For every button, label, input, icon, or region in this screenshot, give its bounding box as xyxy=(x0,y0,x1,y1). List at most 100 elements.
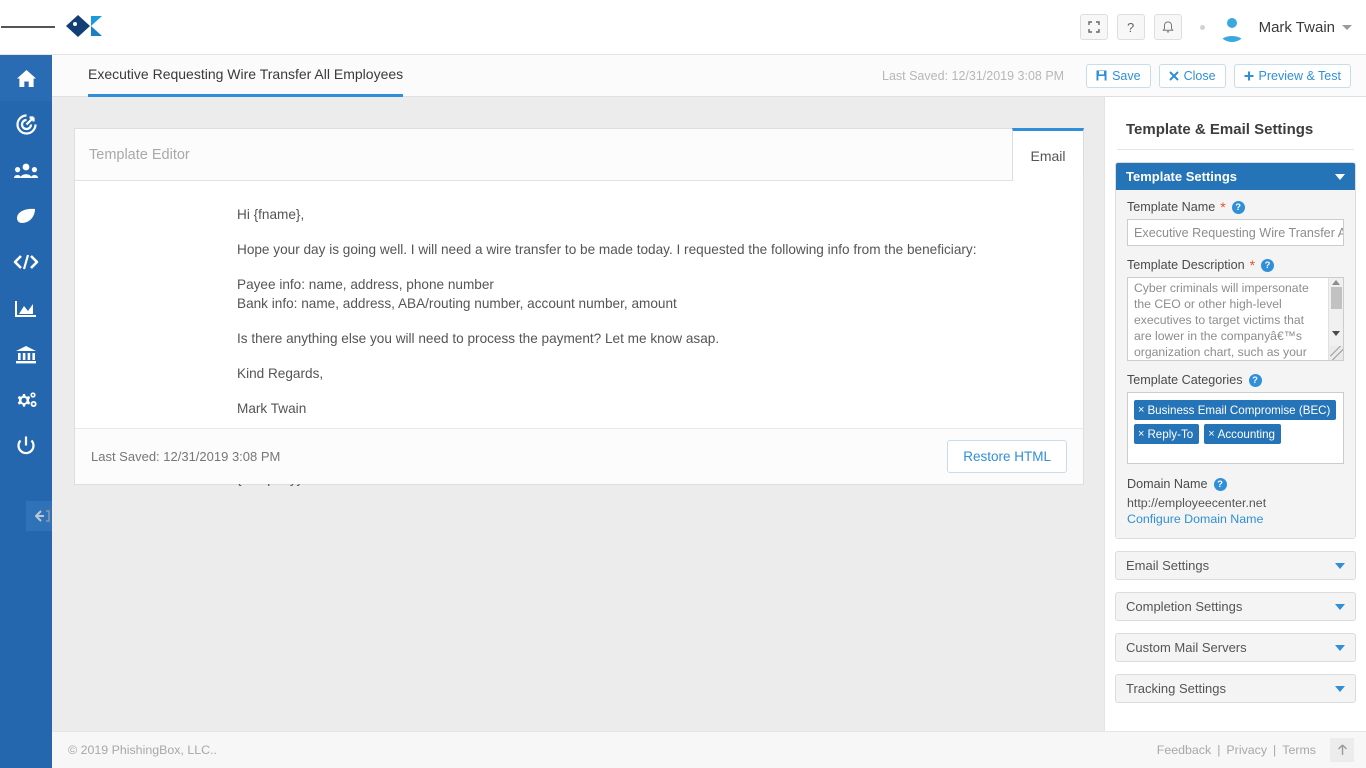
remove-tag-icon[interactable]: × xyxy=(1138,428,1144,440)
chevron-down-icon xyxy=(1335,174,1345,180)
sidebar-item-settings[interactable] xyxy=(0,377,52,423)
phishingbox-fish-logo[interactable] xyxy=(64,13,104,41)
remove-tag-icon[interactable]: × xyxy=(1208,428,1214,440)
template-description-wrapper: Cyber criminals will impersonate the CEO… xyxy=(1127,277,1344,361)
save-button[interactable]: Save xyxy=(1086,64,1151,88)
email-question: Is there anything else you will need to … xyxy=(237,331,1083,348)
template-description-textarea[interactable]: Cyber criminals will impersonate the CEO… xyxy=(1127,277,1344,361)
accordion-tracking-settings: Tracking Settings xyxy=(1115,674,1356,703)
bell-icon[interactable] xyxy=(1154,14,1182,40)
accordion-email-settings: Email Settings xyxy=(1115,551,1356,580)
accordion-header-template-settings[interactable]: Template Settings xyxy=(1116,163,1355,190)
page-title-tab[interactable]: Executive Requesting Wire Transfer All E… xyxy=(88,55,403,97)
email-info-lines: Payee info: name, address, phone number … xyxy=(237,277,1083,313)
preview-test-label: Preview & Test xyxy=(1259,69,1341,83)
template-name-input[interactable]: Executive Requesting Wire Transfer All E… xyxy=(1127,219,1344,246)
sidebar-item-campaigns[interactable] xyxy=(0,101,52,147)
email-signoff: Kind Regards, xyxy=(237,366,1083,383)
close-button[interactable]: Close xyxy=(1159,64,1226,88)
plus-icon xyxy=(1244,71,1254,81)
x-glyph xyxy=(1169,71,1179,81)
chevron-down-icon xyxy=(1335,686,1345,692)
plus-glyph xyxy=(1244,71,1254,81)
sidebar-item-dashboard[interactable] xyxy=(0,55,52,101)
main-content: Template Editor Email Hi {fname}, Hope y… xyxy=(52,97,1104,731)
sidebar-item-organization[interactable] xyxy=(0,331,52,377)
gears-icon xyxy=(14,390,38,411)
resize-grip-icon[interactable] xyxy=(1329,346,1343,360)
floppy-glyph xyxy=(1096,70,1107,81)
code-icon xyxy=(13,254,39,270)
template-name-label: Template Name * ? xyxy=(1127,200,1344,214)
chevron-down-icon xyxy=(1335,563,1345,569)
divider: | xyxy=(1273,743,1276,757)
sidebar-item-targets[interactable] xyxy=(0,147,52,193)
collapse-arrow-icon xyxy=(33,509,51,523)
chevron-down-icon xyxy=(1335,604,1345,610)
accordion-header-custom-mail-servers[interactable]: Custom Mail Servers xyxy=(1116,634,1355,661)
page-header-actions: Last Saved: 12/31/2019 3:08 PM Save xyxy=(882,64,1366,88)
home-icon xyxy=(16,69,37,88)
footer-link-terms[interactable]: Terms xyxy=(1282,743,1316,757)
chevron-down-icon[interactable] xyxy=(1342,25,1352,30)
top-bar: ? Mark Twain xyxy=(0,0,1366,55)
sidebar-item-reports[interactable] xyxy=(0,285,52,331)
accordion-custom-mail-servers: Custom Mail Servers xyxy=(1115,633,1356,662)
category-tag[interactable]: × Accounting xyxy=(1204,424,1281,444)
accordion-header-email-settings[interactable]: Email Settings xyxy=(1116,552,1355,579)
required-asterisk: * xyxy=(1220,200,1225,214)
help-icon[interactable]: ? xyxy=(1249,374,1262,387)
configure-domain-link[interactable]: Configure Domain Name xyxy=(1127,512,1344,526)
template-categories-box[interactable]: × Business Email Compromise (BEC) × Repl… xyxy=(1127,392,1344,464)
accordion-header-completion-settings[interactable]: Completion Settings xyxy=(1116,593,1355,620)
preview-test-button[interactable]: Preview & Test xyxy=(1234,64,1351,88)
accordion-completion-settings: Completion Settings xyxy=(1115,592,1356,621)
page-footer: © 2019 PhishingBox, LLC.. Feedback | Pri… xyxy=(52,731,1366,768)
footer-link-feedback[interactable]: Feedback xyxy=(1157,743,1211,757)
label-text: Template Name xyxy=(1127,200,1215,214)
bank-icon xyxy=(15,345,37,364)
category-tag-label: Reply-To xyxy=(1147,428,1193,441)
close-button-label: Close xyxy=(1184,69,1216,83)
category-tag-label: Accounting xyxy=(1218,428,1275,441)
bell-glyph xyxy=(1162,21,1174,34)
x-icon xyxy=(1169,71,1179,81)
expand-icon[interactable] xyxy=(1080,14,1108,40)
sidebar-item-templates[interactable] xyxy=(0,239,52,285)
hamburger-icon[interactable] xyxy=(0,0,56,55)
sidebar-item-phishing[interactable] xyxy=(0,193,52,239)
avatar[interactable] xyxy=(1217,12,1247,42)
help-icon[interactable]: ? xyxy=(1214,478,1227,491)
tab-email[interactable]: Email xyxy=(1012,128,1084,181)
help-icon[interactable]: ? xyxy=(1232,201,1245,214)
footer-link-privacy[interactable]: Privacy xyxy=(1226,743,1267,757)
editor-toolbar: Template Editor Email xyxy=(75,129,1083,181)
category-tag[interactable]: × Business Email Compromise (BEC) xyxy=(1134,400,1336,420)
scroll-up-icon[interactable] xyxy=(1332,280,1340,285)
scroll-down-icon[interactable] xyxy=(1332,331,1340,336)
avatar-icon xyxy=(1217,12,1247,42)
editor-placeholder-label: Template Editor xyxy=(89,147,190,163)
back-to-top-button[interactable] xyxy=(1330,738,1354,762)
restore-html-button[interactable]: Restore HTML xyxy=(947,440,1067,473)
category-tag[interactable]: × Reply-To xyxy=(1134,424,1199,444)
template-description-label: Template Description * ? xyxy=(1127,258,1344,272)
label-text: Template Categories xyxy=(1127,373,1243,387)
template-categories-label: Template Categories ? xyxy=(1127,373,1344,387)
chart-icon xyxy=(15,300,37,317)
sidebar-item-logout[interactable] xyxy=(0,423,52,469)
accordion-header-tracking-settings[interactable]: Tracking Settings xyxy=(1116,675,1355,702)
accordion-label: Email Settings xyxy=(1126,558,1209,573)
remove-tag-icon[interactable]: × xyxy=(1138,404,1144,416)
target-icon xyxy=(16,114,37,135)
help-icon[interactable]: ? xyxy=(1261,259,1274,272)
user-name-label[interactable]: Mark Twain xyxy=(1259,19,1335,36)
divider xyxy=(1117,149,1354,150)
domain-name-value: http://employeecenter.net xyxy=(1127,496,1344,510)
scrollbar-thumb[interactable] xyxy=(1331,287,1342,309)
accordion-label: Tracking Settings xyxy=(1126,681,1226,696)
domain-name-block: Domain Name ? http://employeecenter.net … xyxy=(1127,477,1344,526)
question-mark-icon[interactable]: ? xyxy=(1117,14,1145,40)
editor-last-saved: Last Saved: 12/31/2019 3:08 PM xyxy=(91,449,280,464)
accordion-body-template-settings: Template Name * ? Executive Requesting W… xyxy=(1116,190,1355,538)
